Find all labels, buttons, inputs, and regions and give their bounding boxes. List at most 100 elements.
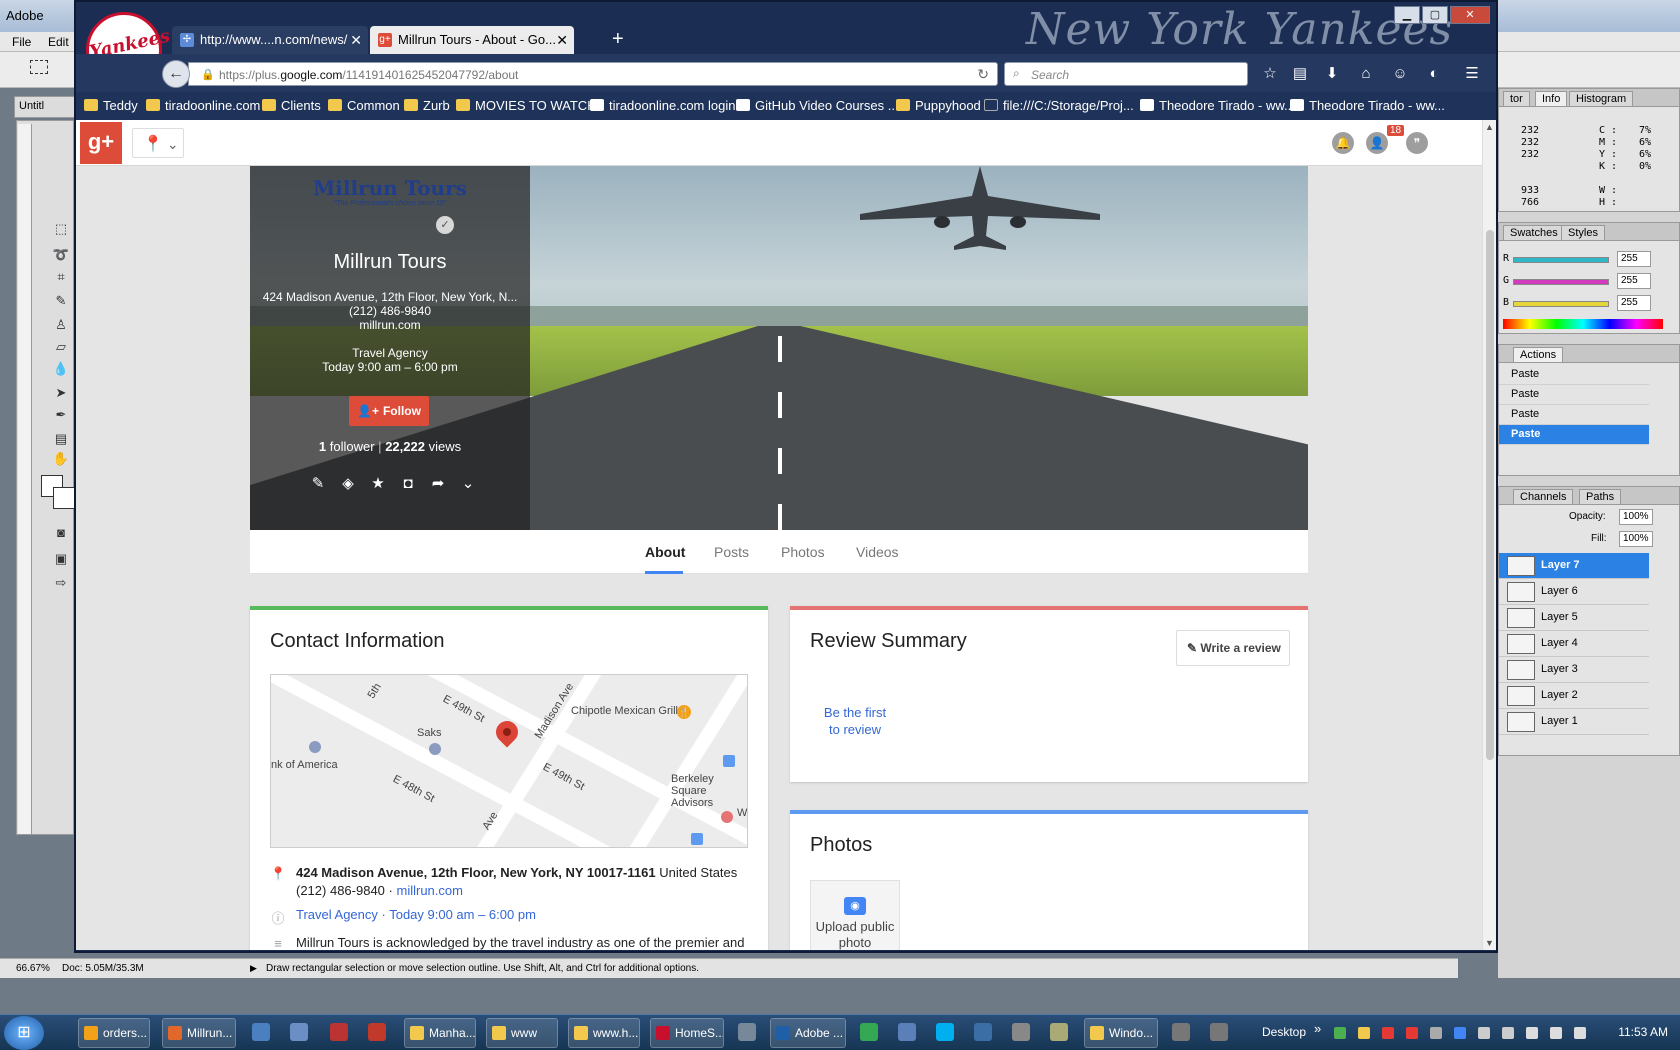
action-item[interactable]: Paste [1499,365,1649,385]
taskbar-item[interactable]: Manha... [404,1018,476,1048]
bookmarks-list-icon[interactable]: ▤ [1288,62,1312,86]
crop-icon[interactable]: ⌗ [51,269,71,287]
app-icon[interactable] [1210,1023,1228,1041]
jump-icon[interactable]: ⇨ [51,575,71,593]
tab-styles[interactable]: Styles [1561,225,1605,240]
taskbar-item[interactable]: Adobe ... [770,1018,846,1048]
bookmark-item[interactable]: MOVIES TO WATCH [456,98,597,113]
contact-category-hours[interactable]: Travel Agency · Today 9:00 am – 6:00 pm [296,906,756,924]
background-color-icon[interactable] [53,487,75,509]
notes-icon[interactable]: ▤ [51,431,71,449]
move-icon[interactable]: ➤ [51,385,71,403]
layer-row[interactable]: Layer 2 [1499,683,1649,709]
filezilla-icon[interactable] [368,1023,386,1041]
bookmark-star-icon[interactable]: ☆ [1258,62,1282,86]
tab-navigator[interactable]: tor [1503,91,1530,106]
tab-info[interactable]: Info [1535,91,1568,106]
document-tab[interactable]: Untitl [14,96,78,118]
new-tab-icon[interactable]: + [612,28,624,51]
green-slider[interactable] [1513,279,1609,285]
taskbar-item[interactable]: HomeS... [650,1018,724,1048]
brush-icon[interactable]: ✎ [51,293,71,311]
bookmark-item[interactable]: file:///C:/Storage/Proj... [984,98,1134,113]
tab-videos[interactable]: Videos [856,544,899,560]
start-button[interactable]: ⊞ [4,1016,44,1050]
bookmark-item[interactable]: tiradoonline.com login [590,98,735,113]
app-icon[interactable] [1172,1023,1190,1041]
scroll-up-icon[interactable]: ▲ [1485,122,1494,132]
write-review-button[interactable]: ✎ Write a review [1176,630,1290,666]
taskbar-item[interactable]: www.h... [568,1018,640,1048]
people-icon[interactable]: 👤 [1366,132,1388,154]
app-icon[interactable] [898,1023,916,1041]
page-website[interactable]: millrun.com [260,318,520,332]
maximize-button[interactable]: ▢ [1422,6,1448,24]
tab-photos[interactable]: Photos [781,544,825,560]
utility-icon[interactable] [738,1023,756,1041]
network-signal-icon[interactable] [1526,1027,1538,1039]
page-switcher[interactable]: 📍 ⌄ [132,128,184,158]
tray-icon[interactable] [1334,1027,1346,1039]
opacity-field[interactable]: 100% [1619,509,1653,525]
bookmark-item[interactable]: Clients [262,98,321,113]
tray-icon[interactable] [1358,1027,1370,1039]
tab-paths[interactable]: Paths [1579,489,1622,504]
taskbar-item[interactable]: Windo... [1084,1018,1158,1048]
red-slider[interactable] [1513,257,1609,263]
tray-icon[interactable] [1502,1027,1514,1039]
layer-row[interactable]: Layer 1 [1499,709,1649,735]
search-input[interactable]: ⌕ Search [1004,62,1248,86]
app-icon[interactable] [1050,1023,1068,1041]
tray-icon[interactable] [1430,1027,1442,1039]
bookmark-item[interactable]: Teddy [84,98,138,113]
tab-swatches[interactable]: Swatches [1503,225,1565,240]
clock[interactable]: 11:53 AM [1618,1025,1668,1039]
action-item[interactable]: Paste [1499,405,1649,425]
tray-icon[interactable] [1382,1027,1394,1039]
upload-photo-button[interactable]: ◉ Upload public photo [810,880,900,950]
addon-icon[interactable]: ◐ [1422,62,1446,86]
blue-slider[interactable] [1513,301,1609,307]
page-scrollbar[interactable]: ▲ ▼ [1482,120,1496,950]
action-item[interactable]: Paste [1499,385,1649,405]
bookmark-item[interactable]: Theodore Tirado - ww... [1290,98,1445,113]
tab-about[interactable]: About [645,544,685,560]
follow-button[interactable]: 👤+ Follow [349,396,429,426]
rect-marquee-icon[interactable]: ⬚ [51,221,71,239]
layer-row[interactable]: Layer 7 [1499,553,1649,579]
tab-histogram[interactable]: Histogram [1569,91,1634,106]
tab-actions[interactable]: Actions [1513,347,1564,362]
taskbar-item[interactable]: orders... [78,1018,150,1048]
menu-file[interactable]: File [12,35,31,49]
green-value[interactable]: 255 [1617,273,1651,289]
action-item-selected[interactable]: Paste [1499,425,1649,445]
scroll-down-icon[interactable]: ▼ [1485,938,1494,948]
minimize-button[interactable]: ▁ [1394,6,1420,24]
hand-icon[interactable]: ✋ [51,451,71,469]
contact-website-link[interactable]: millrun.com [397,883,463,898]
bookmark-item[interactable]: Puppyhood [896,98,981,113]
tray-icon[interactable] [1478,1027,1490,1039]
scrollbar-thumb[interactable] [1486,230,1494,760]
play-icon[interactable]: ▶ [250,963,257,974]
bookmark-item[interactable]: tiradoonline.com [146,98,260,113]
zoom-level[interactable]: 66.67% [16,963,50,974]
network-icon[interactable] [974,1023,992,1041]
tool-icon[interactable] [290,1023,308,1041]
edit-pencil-icon[interactable]: ✎ [303,474,333,492]
quick-mask-icon[interactable]: ◙ [51,525,71,543]
url-bar[interactable]: 🔒 https://plus.google.com/11419140162545… [188,62,998,86]
menu-edit[interactable]: Edit [48,35,69,49]
volume-icon[interactable] [1574,1027,1586,1039]
marquee-tool-icon[interactable] [30,60,48,74]
browser-tab[interactable]: ✢ http://www....n.com/news/ ✕ [172,26,368,54]
google-plus-logo[interactable]: g+ [80,122,122,164]
tray-icon[interactable] [1406,1027,1418,1039]
layer-row[interactable]: Layer 5 [1499,605,1649,631]
tab-channels[interactable]: Channels [1513,489,1574,504]
hangouts-icon[interactable]: ❞ [1406,132,1428,154]
screen-mode-icon[interactable]: ▣ [51,551,71,569]
bookmark-item[interactable]: GitHub Video Courses ... [736,98,899,113]
star-icon[interactable]: ★ [363,474,393,492]
home-icon[interactable]: ⌂ [1354,62,1378,86]
